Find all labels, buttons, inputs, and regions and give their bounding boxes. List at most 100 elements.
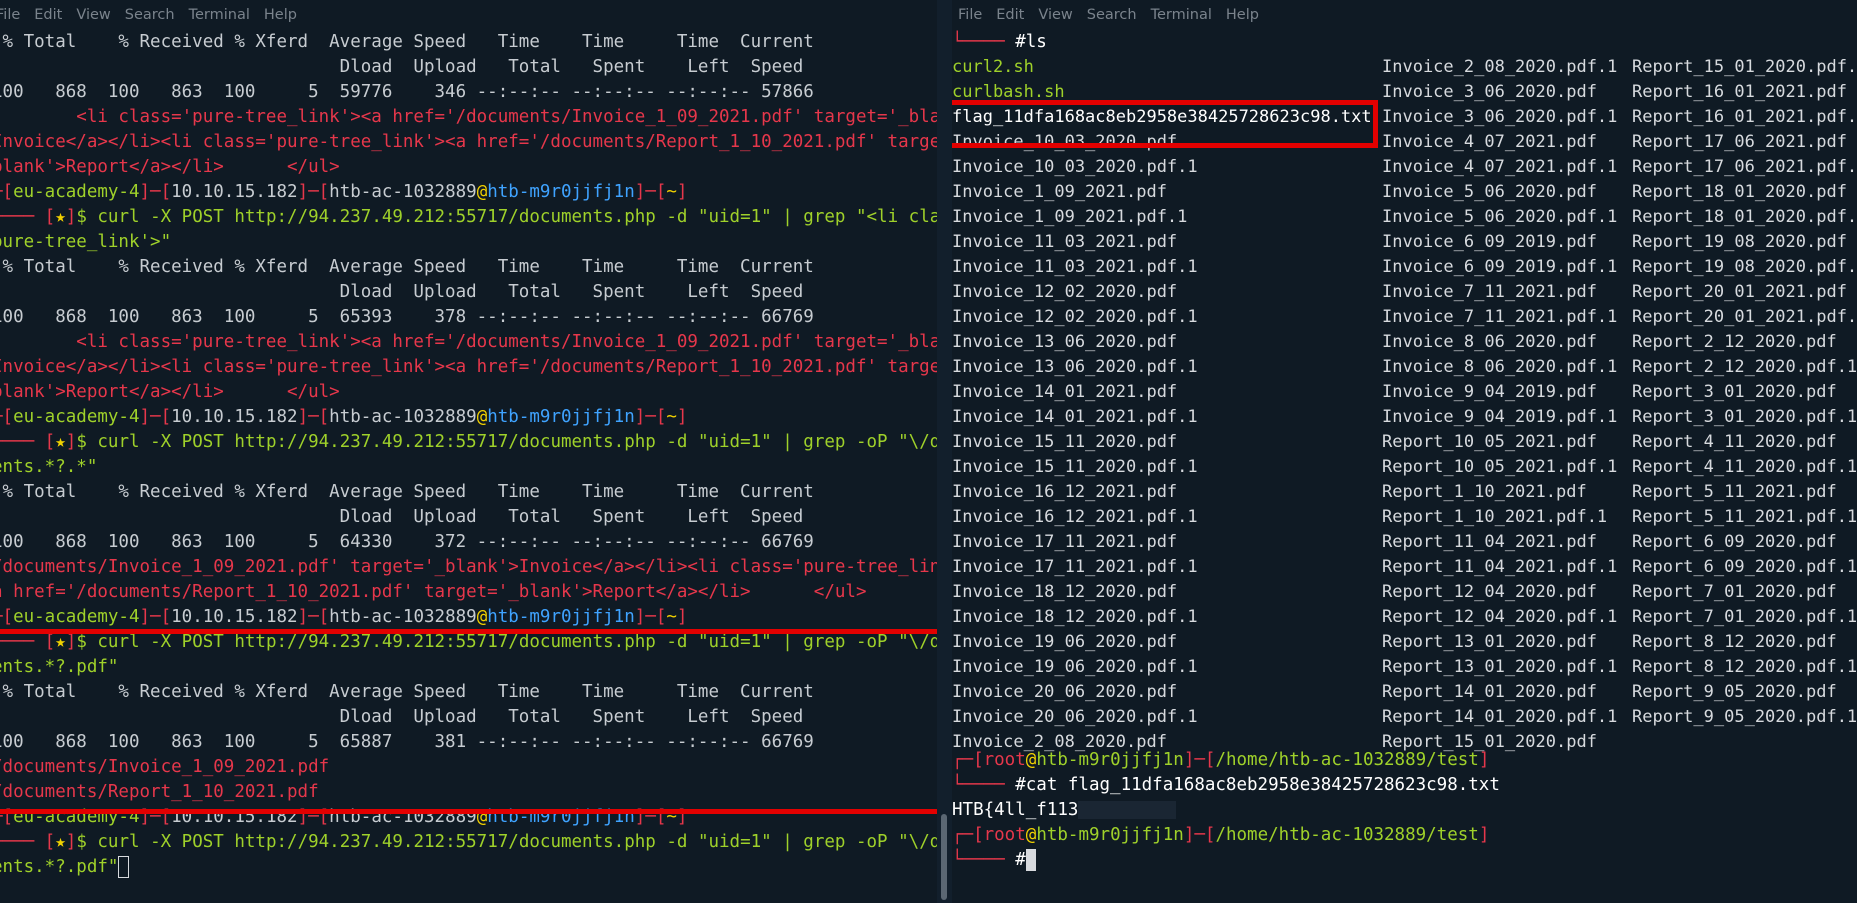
menu-terminal[interactable]: Terminal (189, 7, 250, 23)
file-item: Report_8_12_2020.pdf.1 (1632, 657, 1857, 677)
file-item: Report_1_10_2021.pdf (1382, 482, 1587, 502)
file-item: Report_15_01_2020.pdf.1 (1632, 57, 1857, 77)
file-item: Report_19_08_2020.pdf.1 (1632, 257, 1857, 277)
command-text: curl -X POST http://94.237.49.212:55717/… (86, 432, 937, 452)
prompt-user: htb-ac-1032889 (329, 807, 477, 827)
file-item: Invoice_3_06_2020.pdf (1382, 82, 1597, 102)
file-item: Report_13_01_2020.pdf.1 (1382, 657, 1618, 677)
prompt-ip: 10.10.15.182 (171, 807, 298, 827)
menu-view[interactable]: View (1038, 7, 1072, 23)
prompt-ip: 10.10.15.182 (171, 407, 298, 427)
menu-edit[interactable]: Edit (996, 7, 1024, 23)
file-item: Report_7_01_2020.pdf.1 (1632, 607, 1857, 627)
file-item: Report_18_01_2020.pdf (1632, 182, 1847, 202)
file-item: Invoice_6_09_2019.pdf.1 (1382, 257, 1618, 277)
command-line[interactable]: ──── [★]$ curl -X POST http://94.237.49.… (0, 830, 937, 855)
file-item: Invoice_10_03_2020.pdf.1 (952, 157, 1198, 177)
left-terminal[interactable]: File Edit View Search Terminal Help % Total %… (0, 0, 937, 903)
menu-help[interactable]: Help (264, 7, 297, 23)
menu-help[interactable]: Help (1226, 7, 1259, 23)
file-item: Report_16_01_2021.pdf.1 (1632, 107, 1857, 127)
command-line: ──── [★]$ curl -X POST http://94.237.49.… (0, 205, 937, 230)
menu-search[interactable]: Search (125, 7, 175, 23)
prompt-line: ┌─[root@htb-m9r0jjfj1n]─[/home/htb-ac-10… (952, 825, 1490, 845)
prompt-host: eu-academy-4 (13, 807, 140, 827)
menu-search[interactable]: Search (1087, 7, 1137, 23)
html-output: <li class='pure-tree_link'><a href='/doc… (0, 107, 937, 127)
file-column: Report_15_01_2020.pdf.1 Report_16_01_2021… (1632, 55, 1857, 730)
file-item: Report_14_01_2020.pdf (1382, 682, 1597, 702)
prompt-ip: 10.10.15.182 (171, 182, 298, 202)
file-item: Invoice_14_01_2021.pdf (952, 382, 1178, 402)
file-item: Report_11_04_2021.pdf.1 (1382, 557, 1618, 577)
prompt-dir: /home/htb-ac-1032889/test (1215, 825, 1479, 845)
file-item: Report_11_04_2021.pdf (1382, 532, 1597, 552)
file-item: Report_17_06_2021.pdf (1632, 132, 1847, 152)
progress-row: 100 868 100 863 100 5 59776 346 --:--:--… (0, 82, 814, 102)
file-item: Invoice_9_04_2019.pdf.1 (1382, 407, 1618, 427)
file-item: Invoice_6_09_2019.pdf (1382, 232, 1597, 252)
menu-edit[interactable]: Edit (34, 7, 62, 23)
scrollbar-thumb[interactable] (941, 814, 947, 900)
menu-terminal[interactable]: Terminal (1151, 7, 1212, 23)
prompt-machine: htb-m9r0jjfj1n (1036, 750, 1184, 770)
menu-file[interactable]: File (958, 7, 982, 23)
file-item: Report_5_11_2021.pdf (1632, 482, 1837, 502)
file-item: Report_10_05_2021.pdf.1 (1382, 457, 1618, 477)
file-item: Invoice_7_11_2021.pdf.1 (1382, 307, 1618, 327)
file-item: Invoice_16_12_2021.pdf (952, 482, 1178, 502)
prompt-machine: htb-m9r0jjfj1n (1036, 825, 1184, 845)
progress-header: Dload Upload Total Spent Left Speed (0, 707, 804, 727)
progress-header: Dload Upload Total Spent Left Speed (0, 282, 804, 302)
file-item: Invoice_12_02_2020.pdf.1 (952, 307, 1198, 327)
prompt-machine: htb-m9r0jjfj1n (487, 807, 635, 827)
prompt-machine: htb-m9r0jjfj1n (487, 607, 635, 627)
prompt-user: htb-ac-1032889 (329, 182, 477, 202)
file-item: Report_2_12_2020.pdf (1632, 332, 1837, 352)
prompt-dir: /home/htb-ac-1032889/test (1215, 750, 1479, 770)
file-item: Invoice_19_06_2020.pdf (952, 632, 1178, 652)
prompt-dir: ~ (666, 182, 677, 202)
file-item: curl2.sh (952, 57, 1034, 77)
right-terminal-tail: ┌─[root@htb-m9r0jjfj1n]─[/home/htb-ac-10… (952, 748, 1500, 873)
command-text: ents.*?.*" (0, 457, 98, 477)
prompt-symbol: # (1015, 850, 1026, 870)
command-line-current[interactable]: ents.*?.pdf" (0, 855, 937, 880)
flag-text: HTB{4ll_f113 (952, 800, 1079, 820)
command-text: curl -X POST http://94.237.49.212:55717/… (86, 632, 937, 652)
prompt-host: eu-academy-4 (13, 182, 140, 202)
progress-row: 100 868 100 863 100 5 64330 372 --:--:--… (0, 532, 814, 552)
command-text: #cat flag_11dfa168ac8eb2958e38425728623c… (1015, 775, 1500, 795)
command-line: ──── [★]$ curl -X POST http://94.237.49.… (0, 430, 937, 455)
right-terminal[interactable]: File Edit View Search Terminal Help └──── #ls… (952, 0, 1857, 903)
file-item: Report_12_04_2020.pdf.1 (1382, 607, 1618, 627)
file-item: Report_20_01_2021.pdf (1632, 282, 1847, 302)
file-item: Report_6_09_2020.pdf (1632, 532, 1837, 552)
file-item: Invoice_13_06_2020.pdf (952, 332, 1178, 352)
command-text: curl -X POST http://94.237.49.212:55717/… (86, 832, 937, 852)
file-item: Invoice_4_07_2021.pdf.1 (1382, 157, 1618, 177)
file-item: Invoice_3_06_2020.pdf.1 (1382, 107, 1618, 127)
file-column: curl2.sh curlbash.sh flag_11dfa168ac8eb2… (952, 55, 1372, 755)
pdf-path-output: /documents/Report_1_10_2021.pdf (0, 782, 319, 802)
html-output: Invoice</a></li><li class='pure-tree_lin… (0, 132, 937, 152)
file-item: Invoice_1_09_2021.pdf.1 (952, 207, 1188, 227)
file-item: Report_17_06_2021.pdf.1 (1632, 157, 1857, 177)
command-line-current[interactable]: └──── # (952, 848, 1500, 873)
file-item: Report_2_12_2020.pdf.1 (1632, 357, 1857, 377)
prompt-dir: ~ (666, 607, 677, 627)
menu-view[interactable]: View (76, 7, 110, 23)
file-item: Invoice_18_12_2020.pdf.1 (952, 607, 1198, 627)
file-item: Report_12_04_2020.pdf (1382, 582, 1597, 602)
grep-output: a href='/documents/Report_1_10_2021.pdf'… (0, 582, 867, 602)
file-item: Invoice_18_12_2020.pdf (952, 582, 1178, 602)
file-item: Invoice_5_06_2020.pdf (1382, 182, 1597, 202)
command-text: ents.*?.pdf" (0, 657, 119, 677)
menu-file[interactable]: File (0, 7, 20, 23)
prompt-dir: ~ (666, 407, 677, 427)
grep-output: /documents/Invoice_1_09_2021.pdf' target… (0, 557, 937, 577)
command-text: curl -X POST http://94.237.49.212:55717/… (86, 207, 937, 227)
prompt-dir: ~ (666, 807, 677, 827)
file-item: Invoice_12_02_2020.pdf (952, 282, 1178, 302)
pane-divider[interactable] (937, 0, 952, 903)
